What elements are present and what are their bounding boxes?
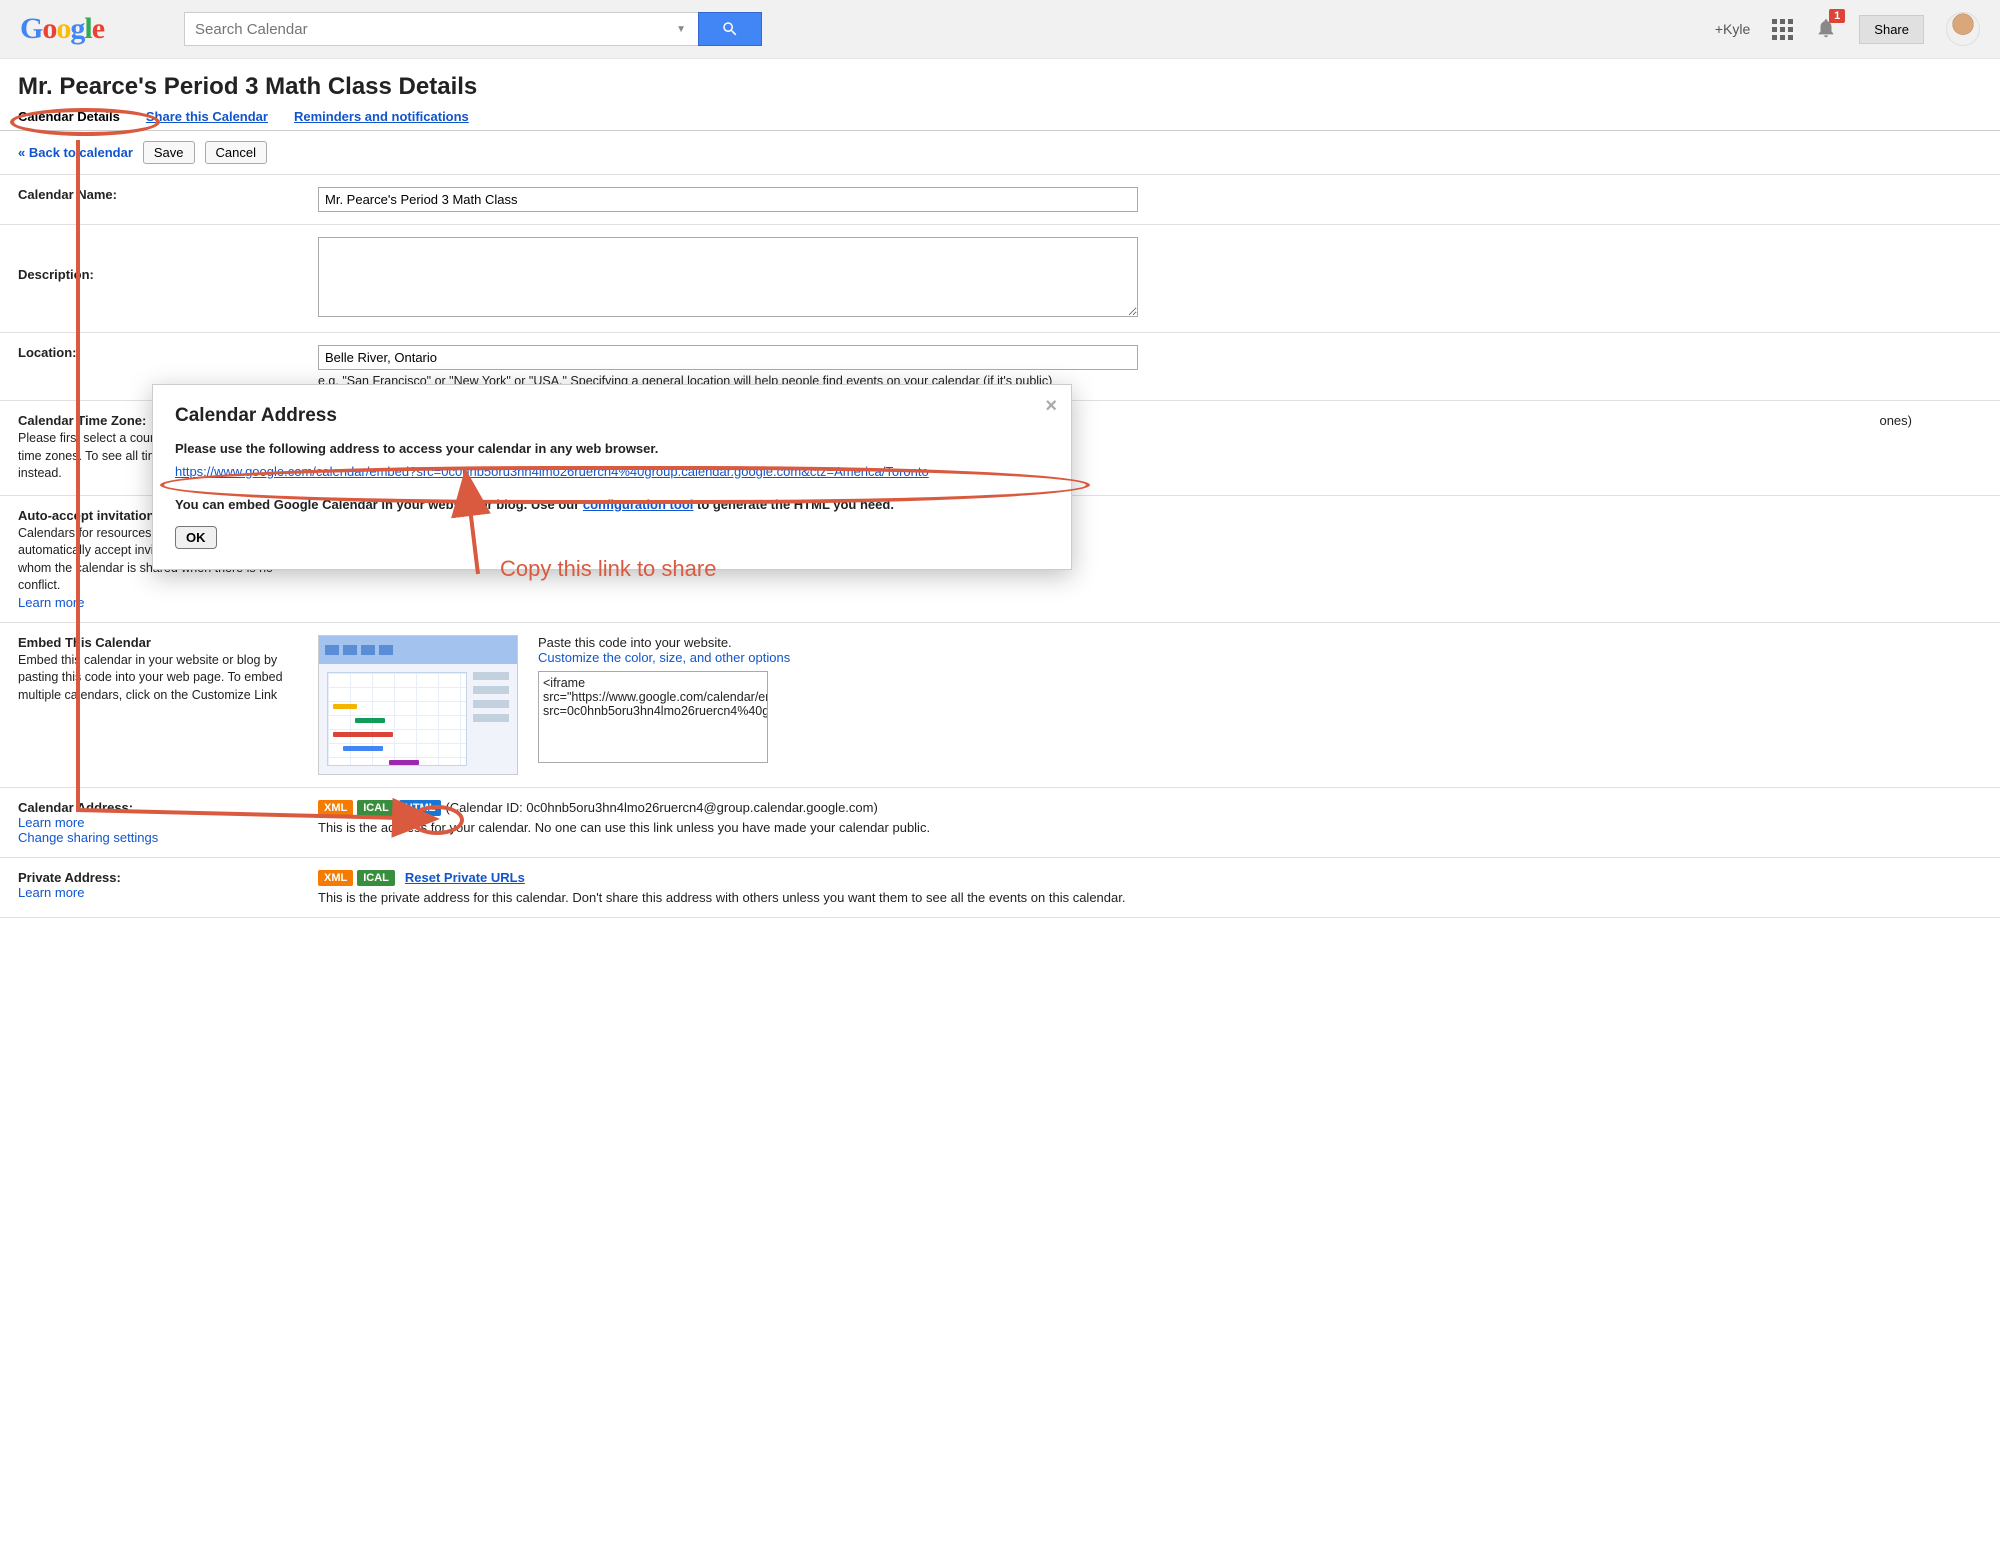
user-avatar[interactable] [1946,12,1980,46]
timezone-partial-text: ones) [1879,413,1912,428]
html-badge[interactable]: HTML [399,800,442,816]
row-calendar-address: Calendar Address: Learn more Change shar… [0,787,2000,857]
label-calendar-name: Calendar Name: [18,187,117,202]
reset-private-urls-link[interactable]: Reset Private URLs [405,870,525,885]
save-button[interactable]: Save [143,141,195,164]
embed-customize-link[interactable]: Customize the color, size, and other opt… [538,650,790,665]
modal-intro: Please use the following address to acce… [175,441,1049,456]
auto-accept-learn-more[interactable]: Learn more [18,595,84,610]
embed-paste-text: Paste this code into your website. [538,635,1982,650]
calendar-id-text: (Calendar ID: 0c0hnb5oru3hn4lmo26ruercn4… [445,800,877,815]
label-description: Description: [18,267,94,282]
location-input[interactable] [318,345,1138,370]
tab-share-calendar[interactable]: Share this Calendar [146,109,268,130]
google-logo[interactable]: Google [20,12,104,46]
xml-badge[interactable]: XML [318,800,353,816]
address-learn-more[interactable]: Learn more [18,815,84,830]
row-description: Description: [0,224,2000,332]
row-private-address: Private Address: Learn more XML ICAL Res… [0,857,2000,918]
label-calendar-address: Calendar Address: [18,800,133,815]
private-learn-more[interactable]: Learn more [18,885,84,900]
cancel-button[interactable]: Cancel [205,141,267,164]
plus-user-link[interactable]: +Kyle [1715,21,1750,37]
row-embed: Embed This Calendar Embed this calendar … [0,622,2000,787]
search-wrap: ▼ [184,12,762,46]
ical-badge[interactable]: ICAL [357,800,395,816]
embed-code-box[interactable]: <iframe src="https://www.google.com/cale… [538,671,768,763]
tab-calendar-details[interactable]: Calendar Details [18,109,120,130]
tab-row: Calendar Details Share this Calendar Rem… [0,109,2000,131]
search-dropdown-toggle[interactable]: ▼ [664,12,698,46]
label-location: Location: [18,345,77,360]
search-input[interactable] [184,12,664,46]
private-ical-badge[interactable]: ICAL [357,870,395,886]
header-bar: Google ▼ +Kyle 1 Share [0,0,2000,59]
page-title: Mr. Pearce's Period 3 Math Class Details [0,59,2000,109]
configuration-tool-link[interactable]: configuration tool [583,497,693,512]
search-button[interactable] [698,12,762,46]
label-private-address: Private Address: [18,870,121,885]
modal-calendar-url[interactable]: https://www.google.com/calendar/embed?sr… [175,464,929,479]
back-to-calendar-link[interactable]: « Back to calendar [18,145,133,160]
change-sharing-link[interactable]: Change sharing settings [18,830,158,845]
row-calendar-name: Calendar Name: [0,174,2000,224]
description-textarea[interactable] [318,237,1138,317]
notification-badge: 1 [1829,9,1845,23]
embed-preview-thumbnail [318,635,518,775]
address-description: This is the address for your calendar. N… [318,820,1982,835]
calendar-name-input[interactable] [318,187,1138,212]
private-description: This is the private address for this cal… [318,890,1982,905]
notifications-button[interactable]: 1 [1815,17,1837,42]
search-icon [721,20,739,38]
calendar-address-modal: × Calendar Address Please use the follow… [152,384,1072,570]
modal-ok-button[interactable]: OK [175,526,217,549]
apps-icon[interactable] [1772,19,1793,40]
tab-reminders[interactable]: Reminders and notifications [294,109,469,130]
modal-embed-hint: You can embed Google Calendar in your we… [175,497,1049,512]
modal-title: Calendar Address [175,405,1049,427]
share-button[interactable]: Share [1859,15,1924,44]
action-row: « Back to calendar Save Cancel [0,131,2000,174]
embed-sub: Embed this calendar in your website or b… [18,652,318,705]
label-auto-accept: Auto-accept invitations [18,508,162,523]
private-xml-badge[interactable]: XML [318,870,353,886]
header-right: +Kyle 1 Share [1715,12,1980,46]
modal-close-button[interactable]: × [1045,395,1057,418]
label-timezone: Calendar Time Zone: [18,413,146,428]
label-embed: Embed This Calendar [18,635,151,650]
